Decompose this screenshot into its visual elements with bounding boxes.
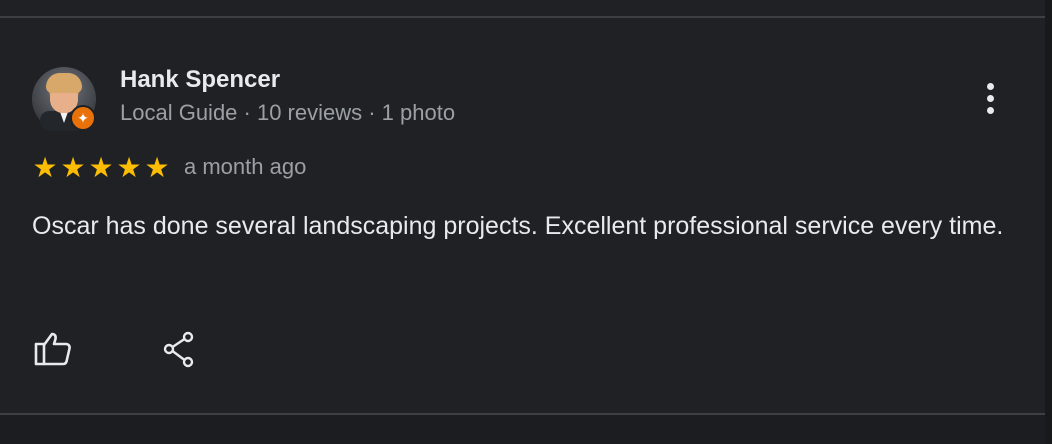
- review-text: Oscar has done several landscaping proje…: [32, 212, 1004, 240]
- local-guide-badge-icon: ✦: [70, 105, 96, 131]
- thumb-up-icon: [34, 332, 71, 366]
- more-vert-icon: [986, 82, 994, 90]
- top-divider: [0, 16, 1045, 18]
- share-icon: [163, 331, 194, 368]
- star-icon: ★: [144, 152, 170, 183]
- right-edge-panel: [1045, 0, 1052, 444]
- star-icon: ★: [116, 152, 142, 183]
- star-rating: ★ ★ ★ ★ ★: [31, 154, 171, 182]
- share-button[interactable]: [160, 330, 202, 370]
- reviewer-name[interactable]: Hank Spencer: [120, 66, 280, 94]
- star-icon: ★: [60, 152, 86, 183]
- like-button[interactable]: [32, 330, 74, 370]
- more-options-button[interactable]: [972, 78, 1008, 118]
- reviewer-meta: Local Guide · 10 reviews · 1 photo: [120, 100, 456, 125]
- star-icon: ★: [32, 152, 58, 183]
- next-review-strip: [0, 415, 1045, 444]
- review-date: a month ago: [184, 154, 307, 179]
- star-icon: ★: [88, 152, 114, 183]
